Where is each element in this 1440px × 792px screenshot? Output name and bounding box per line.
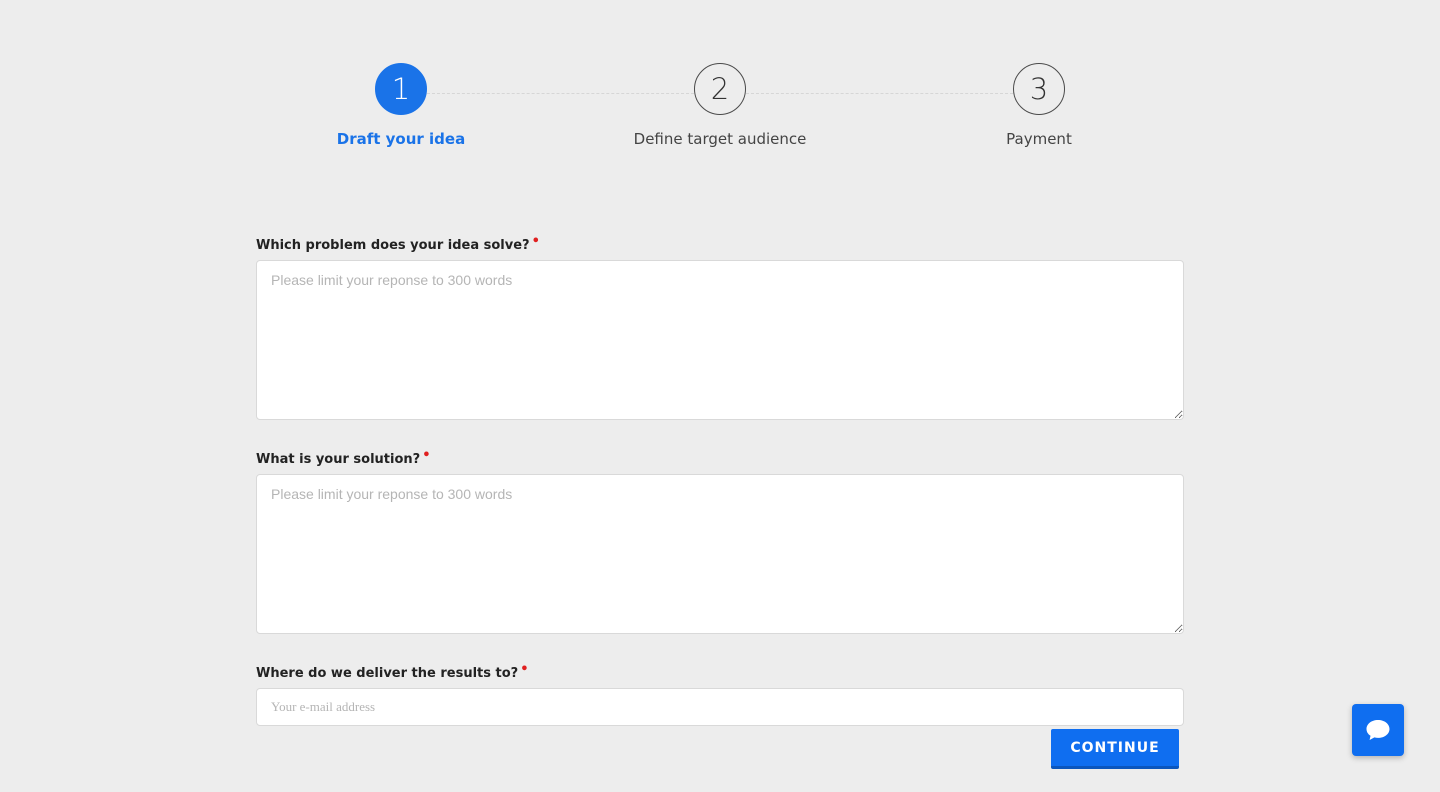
solution-textarea[interactable]	[256, 474, 1184, 634]
step-label: Define target audience	[633, 130, 807, 148]
idea-form: Which problem does your idea solve?• Wha…	[256, 232, 1184, 726]
page: 1 Draft your idea 2 Define target audien…	[0, 0, 1440, 792]
solution-field-label: What is your solution? •	[256, 446, 1184, 467]
step-number-circle: 3	[1013, 63, 1065, 115]
step-payment[interactable]: 3 Payment	[929, 63, 1149, 148]
step-label: Payment	[1006, 130, 1072, 148]
problem-field-label: Which problem does your idea solve? •	[256, 232, 1184, 253]
problem-textarea[interactable]	[256, 260, 1184, 420]
required-indicator: •	[520, 662, 529, 677]
required-indicator: •	[422, 448, 431, 463]
delivery-label-text: Where do we deliver the results to?	[256, 666, 519, 681]
email-input[interactable]	[256, 688, 1184, 726]
step-label: Draft your idea	[336, 130, 466, 148]
step-define-audience[interactable]: 2 Define target audience	[610, 63, 830, 148]
required-indicator: •	[531, 234, 540, 249]
chat-bubble-icon	[1366, 720, 1390, 740]
solution-label-text: What is your solution?	[256, 452, 421, 467]
chat-widget-button[interactable]	[1352, 704, 1404, 756]
delivery-field-label: Where do we deliver the results to? •	[256, 660, 1184, 681]
progress-stepper: 1 Draft your idea 2 Define target audien…	[0, 0, 1440, 170]
step-number-circle: 2	[694, 63, 746, 115]
continue-button[interactable]: CONTINUE	[1051, 729, 1179, 769]
problem-label-text: Which problem does your idea solve?	[256, 238, 530, 253]
step-number-circle: 1	[375, 63, 427, 115]
step-draft-idea[interactable]: 1 Draft your idea	[291, 63, 511, 148]
